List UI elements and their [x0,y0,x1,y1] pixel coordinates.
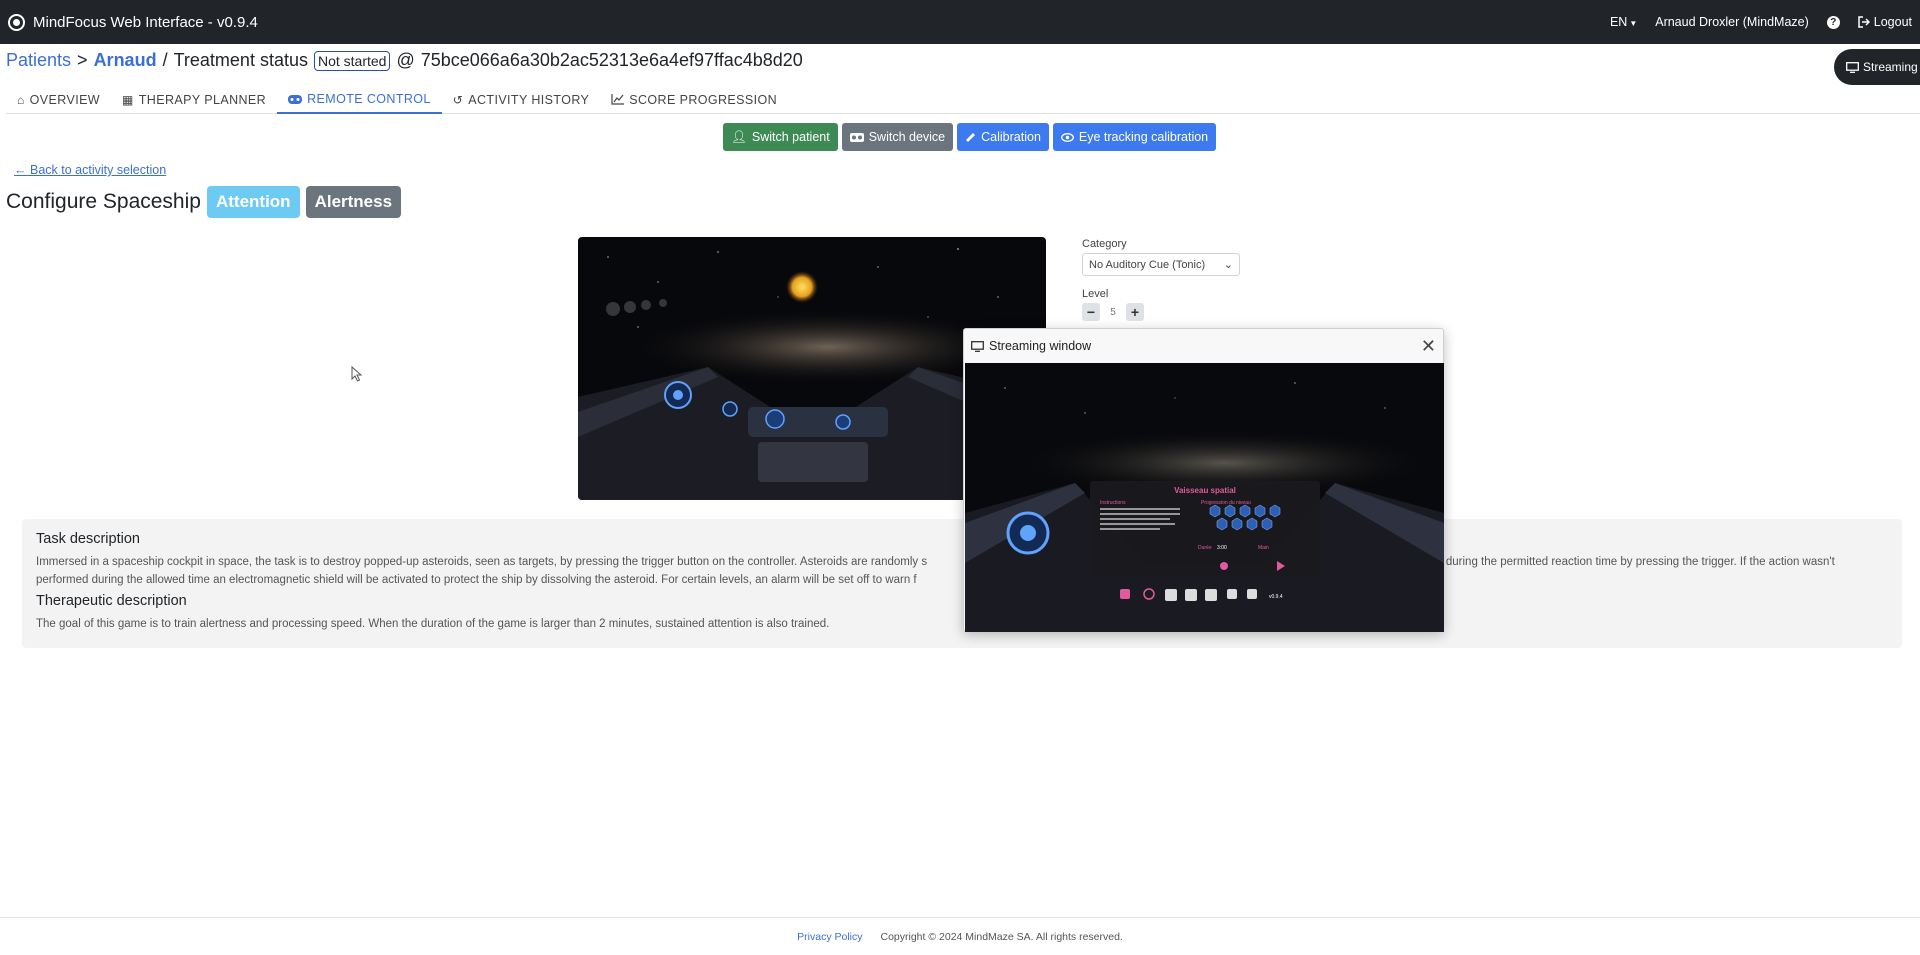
tab-activity-history[interactable]: ↺ ACTIVITY HISTORY [442,86,600,113]
vr-duration-label: Durée [1198,545,1212,551]
monitor-icon [1846,61,1859,73]
close-icon[interactable]: ✕ [1421,336,1436,357]
eye-tracking-calibration-button[interactable]: Eye tracking calibration [1052,123,1217,151]
tab-remote-control[interactable]: REMOTE CONTROL [277,86,442,114]
eye-tracking-label: Eye tracking calibration [1078,130,1209,144]
switch-patient-button[interactable]: 👤︎ Switch patient [723,123,838,151]
caret-down-icon: ▼ [1629,19,1638,28]
breadcrumb-slash: / [162,50,168,70]
vr-hand-label: Main [1258,545,1269,551]
description-panel: Task description Immersed in a spaceship… [22,519,1902,648]
arrow-left-icon: ← [14,163,27,177]
calendar-icon: ▦ [122,92,134,107]
action-bar: 👤︎ Switch patient Switch device Calibrat… [723,123,1217,151]
back-to-activity-link[interactable]: ← Back to activity selection [14,163,166,177]
vr-version: v0.9.4 [1269,594,1283,600]
footer: Privacy Policy Copyright © 2024 MindMaze… [0,917,1920,955]
switch-patient-label: Switch patient [751,130,830,144]
calibration-button[interactable]: Calibration [957,123,1049,151]
streaming-video: Vaisseau spatial Instructions Progressio… [965,363,1444,632]
tab-overview[interactable]: ⌂ OVERVIEW [6,86,111,113]
therapeutic-description-text: The goal of this game is to train alertn… [36,618,830,630]
tab-label: SCORE PROGRESSION [629,92,778,107]
back-link-label: Back to activity selection [29,163,167,177]
streaming-label: Streaming [1863,60,1918,74]
level-increment-button[interactable]: + [1126,303,1144,321]
switch-device-button[interactable]: Switch device [841,123,954,151]
task-description-text: Immersed in a spaceship cockpit in space… [36,553,1888,589]
task-text-line-2: performed during the allowed time an ele… [36,574,917,586]
copyright-text: Copyright © 2024 MindMaze SA. All rights… [880,930,1123,943]
activity-header: Configure Spaceship Attention Alertness [6,186,402,218]
level-label: Level [1082,288,1109,300]
level-value: 5 [1110,306,1116,318]
logout-button[interactable]: Logout [1858,15,1912,29]
app-title: MindFocus Web Interface - v0.9.4 [33,13,258,31]
top-navbar: MindFocus Web Interface - v0.9.4 EN ▼ Arn… [0,0,1920,44]
therapeutic-description-heading: Therapeutic description [36,593,187,609]
at-sign: @ [396,50,415,70]
tab-label: REMOTE CONTROL [307,92,431,106]
tab-label: OVERVIEW [29,92,101,107]
category-label: Category [1082,238,1127,250]
tab-bar: ⌂ OVERVIEW ▦ THERAPY PLANNER REMOTE CONT… [6,86,1920,114]
vr-duration-value: 3:00 [1217,545,1227,551]
breadcrumb-patients[interactable]: Patients [6,50,71,71]
status-badge: Not started [313,50,391,71]
level-stepper: − 5 + [1082,303,1240,321]
task-text-line-1-end: ired during the permitted reaction time … [1423,556,1835,568]
gamepad-icon [288,94,303,104]
vr-instructions-label: Instructions [1100,500,1126,506]
breadcrumb-patient[interactable]: Arnaud [94,50,157,71]
tab-score-progression[interactable]: SCORE PROGRESSION [600,86,788,113]
user-icon: 👤︎ [731,129,747,144]
breadcrumb-separator: > [77,50,88,70]
tag-attention: Attention [206,186,300,218]
mouse-cursor-icon [351,366,363,382]
mindfocus-logo-icon [8,13,25,31]
chevron-down-icon: ⌄ [1223,259,1233,271]
task-description-heading: Task description [36,531,140,547]
streaming-window-header[interactable]: Streaming window ✕ [964,329,1443,363]
streaming-window-title: Streaming window [989,339,1092,353]
tab-therapy-planner[interactable]: ▦ THERAPY PLANNER [111,86,277,113]
language-label: EN [1609,15,1628,29]
activity-settings: Category No Auditory Cue (Tonic) ⌄ Level… [1082,238,1240,321]
breadcrumb: Patients > Arnaud / Treatment status Not… [6,50,803,71]
chart-icon [611,94,625,105]
streaming-button[interactable]: Streaming [1834,49,1920,85]
logout-icon [1858,16,1870,28]
level-decrement-button[interactable]: − [1082,303,1100,321]
ruler-icon [966,132,976,142]
calibration-label: Calibration [981,130,1041,144]
tab-label: THERAPY PLANNER [138,92,267,107]
user-name[interactable]: Arnaud Droxler (MindMaze) [1655,15,1809,29]
logout-label: Logout [1873,15,1912,29]
help-icon[interactable]: ? [1826,15,1840,29]
language-dropdown[interactable]: EN ▼ [1610,15,1637,29]
category-value: No Auditory Cue (Tonic) [1089,258,1206,271]
brand[interactable]: MindFocus Web Interface - v0.9.4 [8,13,258,31]
switch-device-label: Switch device [868,130,946,144]
vr-progression-label: Progression du niveau [1201,500,1251,506]
category-select[interactable]: No Auditory Cue (Tonic) ⌄ [1082,253,1240,276]
streaming-window[interactable]: Streaming window ✕ Vaisseau spatial Inst [963,328,1444,632]
eye-icon [1060,132,1074,142]
privacy-policy-link[interactable]: Privacy Policy [797,931,862,943]
vr-menu-title: Vaisseau spatial [1174,486,1236,495]
page-section: Treatment status [173,50,308,70]
vr-headset-icon [849,132,864,142]
task-text-line-1: Immersed in a spaceship cockpit in space… [36,556,928,568]
home-icon: ⌂ [17,92,25,107]
tag-alertness: Alertness [305,186,402,218]
monitor-icon [971,340,984,352]
device-id: 75bce066a6a30b2ac52313e6a4ef97ffac4b8d20 [420,50,803,70]
page-title: Configure Spaceship [6,190,201,213]
tab-label: ACTIVITY HISTORY [468,92,590,107]
history-icon: ↺ [452,92,464,107]
